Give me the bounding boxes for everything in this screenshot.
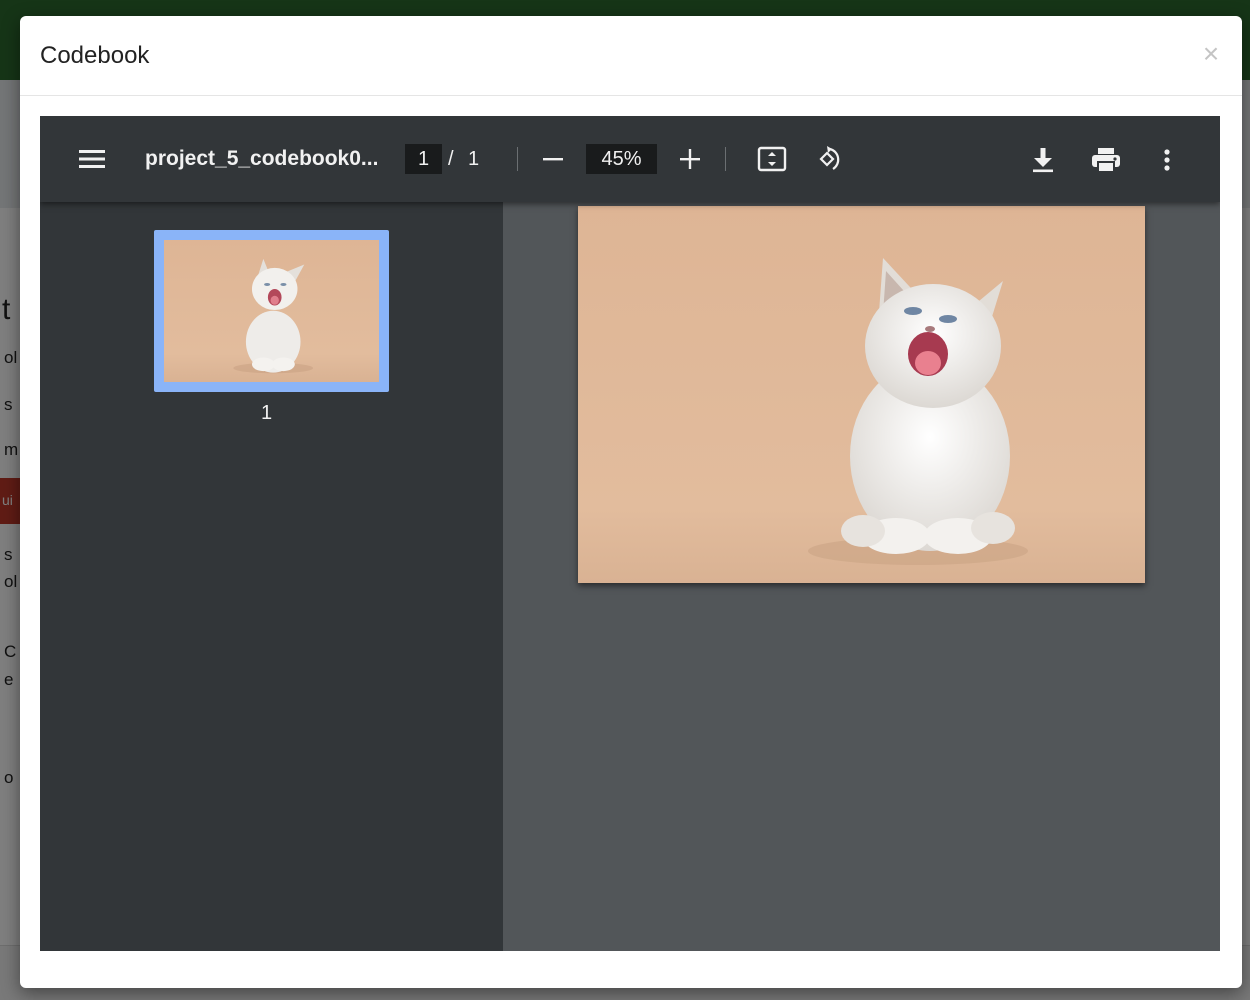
- pdf-toolbar: project_5_codebook0... 1 / 1 45%: [40, 116, 1220, 202]
- zoom-input[interactable]: 45%: [586, 144, 657, 174]
- pdf-page: [578, 206, 1145, 583]
- modal-header: Codebook ×: [20, 16, 1242, 96]
- page-thumbnail[interactable]: [154, 230, 389, 392]
- modal-title: Codebook: [40, 42, 150, 69]
- kitten-photo: [578, 206, 1145, 583]
- file-name: project_5_codebook0...: [145, 147, 379, 170]
- fit-page-icon[interactable]: [755, 145, 789, 173]
- thumbnail-image: [164, 240, 379, 382]
- toolbar-divider: [725, 147, 726, 171]
- menu-icon[interactable]: [76, 144, 108, 174]
- download-icon[interactable]: [1028, 145, 1058, 175]
- pdf-viewer: project_5_codebook0... 1 / 1 45% 1: [40, 116, 1220, 951]
- print-icon[interactable]: [1088, 145, 1124, 175]
- toolbar-divider: [517, 147, 518, 171]
- zoom-in-icon[interactable]: [677, 148, 703, 170]
- codebook-modal: Codebook × project_5_codebook0... 1 / 1 …: [20, 16, 1242, 988]
- thumbnail-label: 1: [261, 402, 273, 424]
- page-separator: /: [448, 148, 454, 170]
- zoom-out-icon[interactable]: [540, 148, 566, 170]
- page-viewport[interactable]: [503, 202, 1220, 951]
- page-total: 1: [468, 148, 480, 170]
- rotate-icon[interactable]: [810, 143, 844, 175]
- more-vert-icon[interactable]: [1157, 147, 1177, 173]
- page-number-input[interactable]: 1: [405, 144, 442, 174]
- thumbnail-sidebar: 1: [40, 202, 503, 951]
- close-icon[interactable]: ×: [1200, 40, 1222, 68]
